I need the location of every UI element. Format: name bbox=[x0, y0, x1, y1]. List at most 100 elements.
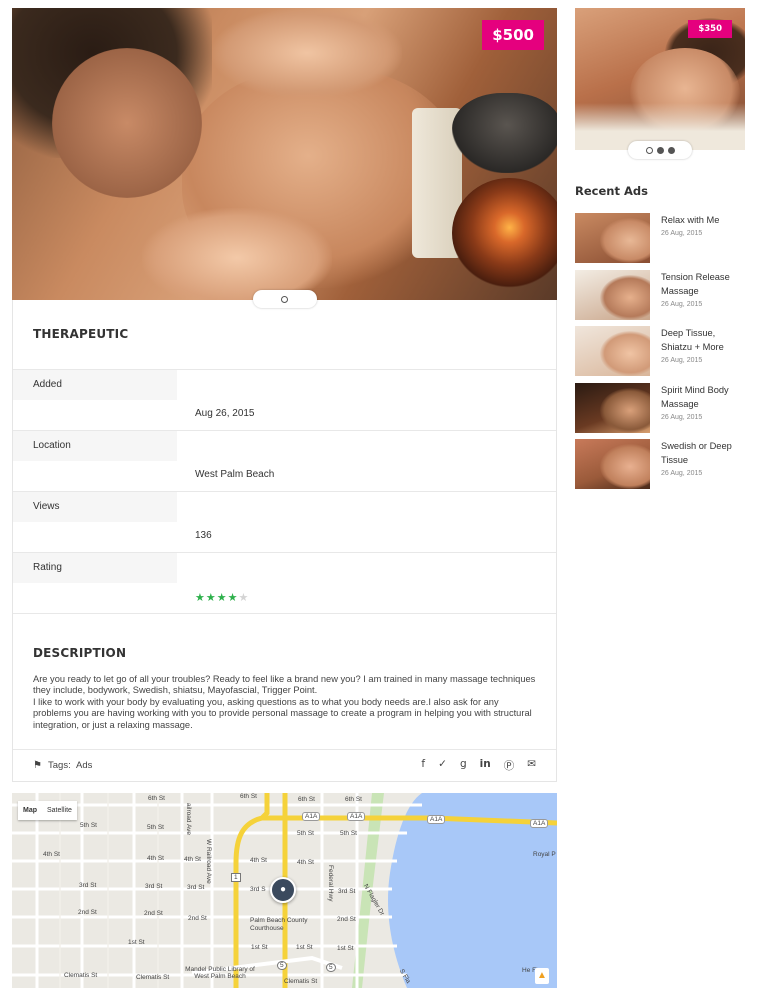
map-street-label: 5th St bbox=[297, 830, 314, 837]
recent-ad-item[interactable]: Tension Release Massage 26 Aug, 2015 bbox=[575, 269, 745, 327]
detail-row-views: Views 136 bbox=[13, 492, 556, 553]
recent-ad-thumb[interactable] bbox=[575, 213, 650, 263]
map-street-label: W Railroad Ave bbox=[205, 839, 212, 884]
star-filled-icon: ★ bbox=[216, 592, 228, 604]
recent-ad-item[interactable]: Deep Tissue, Shiatzu + More 26 Aug, 2015 bbox=[575, 326, 745, 383]
photo-shape bbox=[452, 93, 557, 173]
recent-ad-item[interactable]: Relax with Me 26 Aug, 2015 bbox=[575, 213, 745, 270]
pager-dot[interactable] bbox=[656, 146, 664, 154]
recent-ad-title[interactable]: Deep Tissue, Shiatzu + More bbox=[661, 326, 745, 354]
facebook-icon[interactable]: f bbox=[421, 758, 425, 773]
satellite-view-button[interactable]: Satellite bbox=[42, 801, 77, 820]
twitter-icon[interactable]: ✓ bbox=[438, 758, 447, 773]
tag-link[interactable]: Ads bbox=[76, 760, 92, 771]
linkedin-icon[interactable]: in bbox=[480, 758, 491, 773]
listing-card: THERAPEUTIC Added Aug 26, 2015 Location … bbox=[12, 300, 557, 783]
photo-shape bbox=[212, 8, 402, 98]
map-poi-label: Mandel Public Library of West Palm Beach bbox=[185, 966, 255, 980]
description-paragraph: I like to work with your body by evaluat… bbox=[33, 696, 532, 730]
map-street-label: 5th St bbox=[340, 830, 357, 837]
recent-ad-date: 26 Aug, 2015 bbox=[661, 230, 703, 237]
recent-ad-item[interactable]: Spirit Mind Body Massage 26 Aug, 2015 bbox=[575, 382, 745, 440]
map-street-label: 2nd St bbox=[337, 916, 356, 923]
map-street-label: 1st St bbox=[337, 945, 354, 952]
map-street-label: 1st St bbox=[128, 939, 145, 946]
recent-ad-thumb[interactable] bbox=[575, 269, 650, 320]
tags-label: Tags: bbox=[48, 760, 71, 772]
star-empty-icon: ★ bbox=[238, 592, 250, 604]
rating-stars: ★★★★★ bbox=[195, 591, 249, 604]
photo-shape bbox=[142, 208, 332, 300]
map-street-label: Clematis St bbox=[136, 974, 170, 981]
map-poi-label: Palm Beach County Courthouse bbox=[250, 917, 308, 932]
description-text: Are you ready to let go of all your trou… bbox=[33, 674, 536, 731]
description-title: DESCRIPTION bbox=[33, 646, 127, 660]
google-plus-icon[interactable]: g bbox=[460, 758, 467, 773]
recent-ad-date: 26 Aug, 2015 bbox=[661, 300, 703, 308]
map-view-button[interactable]: Map bbox=[18, 801, 42, 820]
highway-shield: 1 bbox=[231, 873, 241, 882]
map-street-label: 2nd St bbox=[78, 909, 97, 916]
detail-value: Aug 26, 2015 bbox=[195, 408, 255, 419]
map-street-label: ailroad Ave bbox=[185, 803, 192, 836]
recent-ad-item[interactable]: Swedish or Deep Tissue 26 Aug, 2015 bbox=[575, 439, 745, 496]
detail-label: Views bbox=[13, 492, 177, 522]
highway-shield: 5 bbox=[277, 961, 287, 970]
recent-ad-date: 26 Aug, 2015 bbox=[661, 470, 703, 477]
map-street-label: 6th St bbox=[298, 796, 315, 803]
photo-shape bbox=[52, 48, 202, 198]
highway-shield: A1A bbox=[427, 815, 446, 824]
detail-row-location: Location West Palm Beach bbox=[13, 431, 556, 492]
map-street-label: 5th St bbox=[147, 824, 164, 831]
detail-row-rating: Rating ★★★★★ bbox=[13, 553, 556, 614]
map-street-label: Clematis St bbox=[284, 978, 318, 985]
listing-photo[interactable]: $500 bbox=[12, 8, 557, 300]
highway-shield: A1A bbox=[530, 819, 549, 828]
pinterest-icon[interactable]: Ⓟ bbox=[504, 758, 515, 773]
description-block: DESCRIPTION Are you ready to let go of a… bbox=[13, 614, 556, 751]
recent-ad-title[interactable]: Swedish or Deep Tissue bbox=[661, 439, 745, 467]
highway-shield: 5 bbox=[326, 963, 336, 972]
recent-ad-date: 26 Aug, 2015 bbox=[661, 413, 703, 421]
detail-row-added: Added Aug 26, 2015 bbox=[13, 370, 556, 431]
map-street-label: 5th St bbox=[80, 822, 97, 829]
map-street-label: 4th St bbox=[184, 856, 201, 863]
location-map[interactable]: Map Satellite 6th St 6th St 6th St 6th S… bbox=[12, 793, 557, 988]
pager-dot[interactable] bbox=[667, 146, 675, 154]
map-street-label: Clematis St bbox=[64, 972, 98, 979]
description-paragraph: Are you ready to let go of all your trou… bbox=[33, 674, 536, 696]
recent-ad-thumb[interactable] bbox=[575, 382, 650, 433]
detail-label: Location bbox=[13, 431, 177, 461]
pager-dot[interactable] bbox=[645, 146, 653, 154]
share-icons: f ✓ g in Ⓟ ✉ bbox=[421, 758, 536, 773]
map-street-label: 6th St bbox=[345, 796, 362, 803]
tags-row: ⚑ Tags: Ads f ✓ g in Ⓟ ✉ bbox=[13, 750, 556, 781]
map-street-label: 4th St bbox=[297, 859, 314, 866]
featured-ad-photo[interactable]: $350 bbox=[575, 8, 745, 150]
recent-ad-title[interactable]: Relax with Me bbox=[661, 213, 745, 227]
map-street-label: 4th St bbox=[250, 857, 267, 864]
map-street-label: 3rd St bbox=[79, 882, 97, 889]
recent-ad-thumb[interactable] bbox=[575, 326, 650, 376]
price-badge: $500 bbox=[482, 20, 544, 50]
star-filled-icon: ★ bbox=[195, 592, 206, 604]
tag-icon: ⚑ bbox=[33, 760, 42, 772]
recent-ad-thumb[interactable] bbox=[575, 439, 650, 489]
featured-price-badge: $350 bbox=[688, 20, 732, 38]
map-street-label: 3rd St bbox=[187, 884, 205, 891]
listing-main: $500 THERAPEUTIC Added Aug 26, 2015 Loca… bbox=[12, 8, 557, 783]
map-street-label: 4th St bbox=[43, 851, 60, 858]
street-view-icon[interactable]: ▲ bbox=[535, 968, 549, 984]
highway-shield: A1A bbox=[347, 812, 366, 821]
map-street-label: 6th St bbox=[148, 795, 165, 802]
pager-dot[interactable] bbox=[281, 295, 288, 303]
email-icon[interactable]: ✉ bbox=[527, 758, 536, 773]
recent-ad-title[interactable]: Tension Release Massage bbox=[661, 270, 745, 298]
title-block: THERAPEUTIC bbox=[13, 300, 556, 370]
map-street-label: 2nd St bbox=[188, 915, 207, 922]
map-street-label: 6th St bbox=[240, 793, 257, 800]
recent-ad-title[interactable]: Spirit Mind Body Massage bbox=[661, 383, 745, 411]
recent-ad-date: 26 Aug, 2015 bbox=[661, 357, 703, 364]
map-street-label: Federal Hwy bbox=[327, 865, 334, 902]
location-pin-icon[interactable]: ● bbox=[270, 877, 296, 903]
